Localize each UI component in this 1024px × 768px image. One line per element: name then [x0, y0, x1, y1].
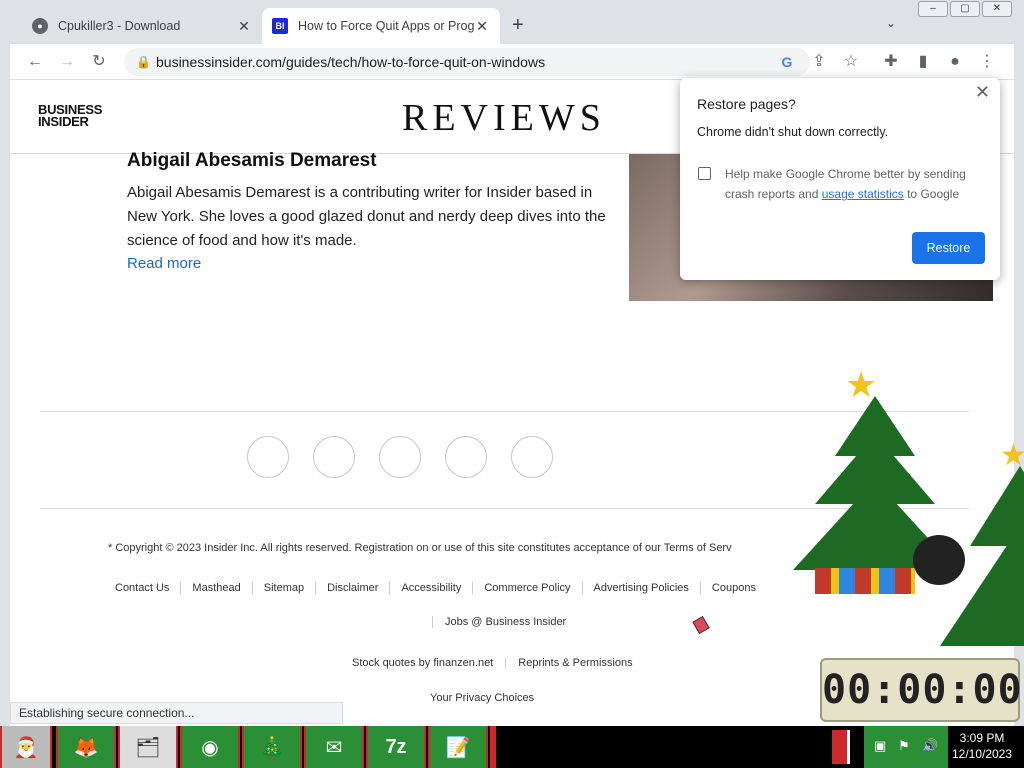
- usage-statistics-link[interactable]: usage statistics: [822, 187, 904, 201]
- network-icon[interactable]: ▣: [874, 738, 886, 754]
- author-name: Abigail Abesamis Demarest: [127, 150, 377, 171]
- tab-title: Cpukiller3 - Download: [58, 19, 181, 33]
- browser-toolbar: ← → ↻ 🔒 businessinsider.com/guides/tech/…: [10, 44, 1014, 80]
- google-icon[interactable]: G: [776, 51, 798, 73]
- jobs-link[interactable]: Jobs @ Business Insider: [432, 616, 566, 628]
- window-controls: – ▢ ✕: [918, 1, 1014, 19]
- side-panel-icon[interactable]: ▮: [912, 51, 934, 73]
- tab-title: How to Force Quit Apps or Progr: [298, 19, 474, 33]
- timer-widget: 00:00:00: [820, 658, 1022, 722]
- footer-link-sitemap[interactable]: Sitemap: [253, 582, 317, 594]
- social-link-1[interactable]: [247, 436, 289, 478]
- dialog-title: Restore pages?: [697, 96, 796, 112]
- footer-link-coupons[interactable]: Coupons: [701, 582, 767, 594]
- tab-search-icon[interactable]: ⌄: [886, 16, 896, 30]
- system-tray: ▣ ⚑ 🔊: [864, 726, 948, 768]
- taskbar: 🎅 🦊 🗂 ◉ 🎄 ✉ 7z 📝 ▣ ⚑ 🔊 3:09 PM 12/10/202…: [0, 726, 1024, 768]
- social-link-2[interactable]: [313, 436, 355, 478]
- checkbox-label: Help make Google Chrome better by sendin…: [725, 167, 966, 201]
- reviews-logo[interactable]: REVIEWS: [402, 96, 606, 140]
- start-icon[interactable]: 🎅: [0, 726, 52, 768]
- extensions-icon[interactable]: ✚: [880, 51, 902, 73]
- restore-button[interactable]: Restore: [912, 232, 985, 264]
- maximize-button[interactable]: ▢: [950, 1, 980, 17]
- footer-links: Contact Us Masthead Sitemap Disclaimer A…: [104, 582, 767, 594]
- clock[interactable]: 3:09 PM 12/10/2023: [944, 730, 1020, 762]
- security-icon[interactable]: ⚑: [898, 738, 910, 754]
- tab-strip: ● Cpukiller3 - Download ✕ BI How to Forc…: [0, 0, 1024, 44]
- globe-icon: ●: [32, 18, 48, 34]
- explorer-icon[interactable]: 🗂: [118, 726, 178, 768]
- chrome-icon[interactable]: ◉: [180, 726, 240, 768]
- tab-force-quit[interactable]: BI How to Force Quit Apps or Progr ✕: [262, 8, 500, 44]
- 7zip-icon[interactable]: 7z: [366, 726, 426, 768]
- copyright-text: * Copyright © 2023 Insider Inc. All righ…: [108, 542, 732, 554]
- footer-link-advertising[interactable]: Advertising Policies: [583, 582, 701, 594]
- social-link-4[interactable]: [445, 436, 487, 478]
- read-more-link[interactable]: Read more: [127, 255, 201, 272]
- stock-links: Stock quotes by finanzen.net Reprints & …: [352, 657, 633, 669]
- firefox-icon[interactable]: 🦊: [56, 726, 116, 768]
- stock-quotes-link[interactable]: Stock quotes by finanzen.net: [352, 657, 507, 669]
- volume-icon[interactable]: 🔊: [922, 738, 938, 754]
- close-tab-icon[interactable]: ✕: [236, 18, 252, 35]
- tree-icon[interactable]: 🎄: [242, 726, 302, 768]
- notepad-icon[interactable]: 📝: [428, 726, 488, 768]
- address-bar[interactable]: 🔒 businessinsider.com/guides/tech/how-to…: [124, 48, 810, 76]
- share-icon[interactable]: ⇪: [808, 51, 830, 73]
- usage-stats-checkbox[interactable]: [698, 167, 711, 180]
- business-insider-logo[interactable]: BUSINESS INSIDER: [38, 103, 102, 128]
- bi-favicon-icon: BI: [272, 18, 288, 34]
- close-icon[interactable]: ✕: [975, 82, 990, 103]
- close-tab-icon[interactable]: ✕: [474, 18, 490, 35]
- footer-link-masthead[interactable]: Masthead: [181, 582, 253, 594]
- reprints-link[interactable]: Reprints & Permissions: [518, 657, 632, 669]
- bookmark-star-icon[interactable]: ☆: [840, 51, 862, 73]
- url-text: businessinsider.com/guides/tech/how-to-f…: [156, 54, 546, 70]
- dark-blob-decoration: [913, 535, 965, 585]
- status-bar: Establishing secure connection...: [10, 702, 343, 724]
- profile-icon[interactable]: ●: [944, 51, 966, 73]
- close-window-button[interactable]: ✕: [982, 1, 1012, 17]
- forward-icon[interactable]: →: [56, 51, 78, 73]
- restore-pages-dialog: Restore pages? ✕ Chrome didn't shut down…: [680, 78, 1000, 280]
- minimize-button[interactable]: –: [918, 1, 948, 17]
- back-icon[interactable]: ←: [24, 51, 46, 73]
- author-bio: Abigail Abesamis Demarest is a contribut…: [127, 184, 606, 249]
- new-tab-button[interactable]: +: [512, 14, 524, 37]
- social-link-3[interactable]: [379, 436, 421, 478]
- footer-link-disclaimer[interactable]: Disclaimer: [316, 582, 391, 594]
- reload-icon[interactable]: ↻: [88, 51, 110, 73]
- footer-link-commerce[interactable]: Commerce Policy: [473, 582, 583, 594]
- menu-icon[interactable]: ⋮: [976, 51, 998, 73]
- tab-cpukiller[interactable]: ● Cpukiller3 - Download ✕: [22, 8, 262, 44]
- lock-icon: 🔒: [136, 55, 151, 69]
- footer-link-accessibility[interactable]: Accessibility: [390, 582, 474, 594]
- gift-boxes: [815, 568, 915, 594]
- dialog-subtitle: Chrome didn't shut down correctly.: [697, 125, 889, 139]
- thunderbird-icon[interactable]: ✉: [304, 726, 364, 768]
- privacy-link[interactable]: Your Privacy Choices: [430, 692, 534, 704]
- social-link-5[interactable]: [511, 436, 553, 478]
- footer-link-contact[interactable]: Contact Us: [104, 582, 182, 594]
